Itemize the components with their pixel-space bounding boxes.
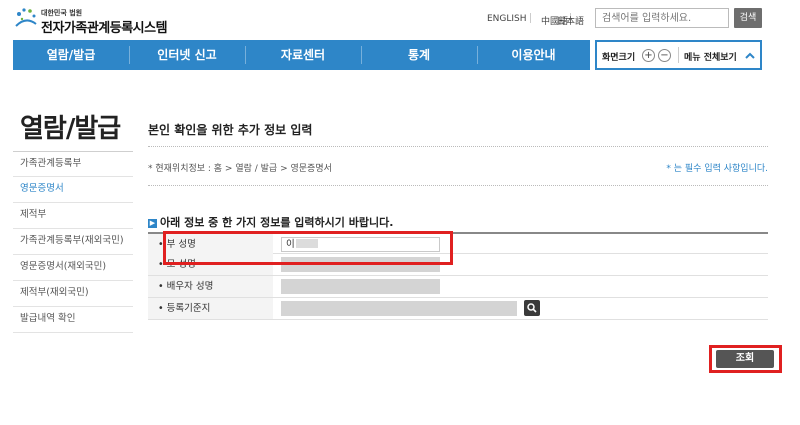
sidebar-item-english-certificate-overseas[interactable]: 영문증명서(재외국민) — [13, 255, 133, 281]
info-marker-icon: ▶ — [148, 219, 157, 228]
nav-item-data-center[interactable]: 자료센터 — [245, 40, 361, 70]
sidebar-item-issue-history[interactable]: 발급내역 확인 — [13, 307, 133, 333]
font-size-label: 화면크기 — [602, 53, 636, 63]
main-nav: 열람/발급 인터넷 신고 자료센터 통계 이용안내 — [13, 40, 590, 70]
zoom-out-button[interactable]: − — [658, 49, 671, 62]
highlight-box — [163, 231, 453, 265]
notice-label: 아래 정보 중 한 가지 정보를 입력하시기 바랍니다. — [160, 216, 394, 229]
chevron-up-icon[interactable] — [745, 51, 755, 61]
sidebar-item-english-certificate[interactable]: 영문증명서 — [13, 177, 133, 203]
divider — [148, 146, 768, 147]
divider — [678, 47, 679, 63]
page-title: 본인 확인을 위한 추가 정보 입력 — [148, 123, 313, 137]
menu-all-button[interactable]: 메뉴 전체보기 — [684, 50, 737, 63]
form-row: • 배우자 성명 — [148, 276, 768, 298]
spouse-name-label: • 배우자 성명 — [148, 276, 273, 297]
search-input[interactable] — [595, 8, 729, 28]
nav-item-internet-report[interactable]: 인터넷 신고 — [129, 40, 245, 70]
lang-japanese-link[interactable]: 日本語 — [557, 14, 584, 27]
address-search-button[interactable] — [524, 300, 540, 316]
sidebar-item-family-register-overseas[interactable]: 가족관계등록부(재외국민) — [13, 229, 133, 255]
court-emblem-icon — [15, 8, 37, 27]
notice-text: ▶ 아래 정보 중 한 가지 정보를 입력하시기 바랍니다. — [148, 214, 393, 230]
sidebar: 가족관계등록부 영문증명서 제적부 가족관계등록부(재외국민) 영문증명서(재외… — [13, 151, 133, 333]
utility-bar: 화면크기 + − 메뉴 전체보기 — [595, 40, 762, 70]
zoom-in-button[interactable]: + — [642, 49, 655, 62]
required-note: * 는 필수 입력 사항입니다. — [666, 164, 768, 174]
sidebar-item-family-register[interactable]: 가족관계등록부 — [13, 151, 133, 177]
sidebar-item-removed-register[interactable]: 제적부 — [13, 203, 133, 229]
divider — [530, 13, 531, 23]
search-icon — [527, 303, 537, 313]
registry-base-label: • 등록기준지 — [148, 298, 273, 319]
registry-base-field[interactable] — [281, 301, 517, 316]
breadcrumb: * 현재위치정보 : 홈 > 열람 / 발급 > 영문증명서 — [148, 164, 332, 174]
highlight-box — [709, 345, 782, 373]
sidebar-item-removed-register-overseas[interactable]: 제적부(재외국민) — [13, 281, 133, 307]
lang-english-link[interactable]: ENGLISH — [487, 14, 527, 24]
sidebar-title: 열람/발급 — [20, 114, 121, 144]
site-logo[interactable]: 대한민국 법원 전자가족관계등록시스템 — [13, 6, 183, 36]
logo-title: 전자가족관계등록시스템 — [41, 21, 168, 36]
nav-item-guide[interactable]: 이용안내 — [477, 40, 590, 70]
search-button[interactable]: 검색 — [734, 8, 762, 28]
nav-item-view-issue[interactable]: 열람/발급 — [13, 40, 129, 70]
spouse-name-field[interactable] — [281, 279, 440, 294]
nav-item-statistics[interactable]: 통계 — [361, 40, 477, 70]
divider — [148, 185, 768, 186]
form-row: • 등록기준지 — [148, 298, 768, 320]
